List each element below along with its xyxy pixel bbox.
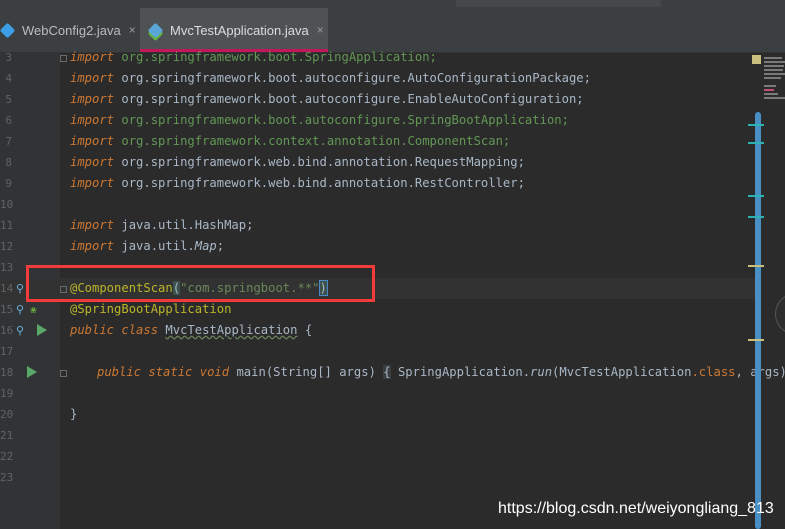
- inspection-status-icon[interactable]: [752, 55, 761, 64]
- line-number: 23: [0, 471, 14, 484]
- minimap: [764, 55, 785, 115]
- vertical-scrollbar[interactable]: [755, 112, 761, 529]
- code-line[interactable]: import java.util.Map;: [70, 236, 224, 257]
- code-line[interactable]: public class MvcTestApplication {: [70, 320, 312, 341]
- code-line[interactable]: import org.springframework.context.annot…: [70, 131, 510, 152]
- line-number: 21: [0, 429, 14, 442]
- code-line[interactable]: import org.springframework.boot.autoconf…: [70, 68, 591, 89]
- code-line[interactable]: @SpringBootApplication: [70, 299, 231, 320]
- code-line[interactable]: import org.springframework.web.bind.anno…: [70, 173, 525, 194]
- code-line[interactable]: }: [70, 404, 77, 425]
- gutter-marker: [748, 265, 764, 267]
- tab-label: WebConfig2.java: [22, 22, 121, 38]
- code-line[interactable]: import org.springframework.web.bind.anno…: [70, 152, 525, 173]
- top-toolbar-ghost: [456, 0, 661, 7]
- code-line[interactable]: import org.springframework.boot.autoconf…: [70, 89, 584, 110]
- code-line[interactable]: import java.util.HashMap;: [70, 215, 253, 236]
- line-number: 13: [0, 261, 14, 274]
- gutter-marker: [748, 339, 764, 341]
- line-number: 22: [0, 450, 14, 463]
- code-line[interactable]: public static void main(String[] args) {…: [97, 362, 785, 383]
- gutter-marker: [748, 124, 764, 126]
- line-number: 17: [0, 345, 14, 358]
- gutter-marker: [748, 142, 764, 144]
- gutter-marker: [748, 195, 764, 197]
- tab-webconfig2[interactable]: WebConfig2.java ×: [0, 8, 142, 52]
- tab-label: MvcTestApplication.java: [170, 22, 309, 38]
- code-line[interactable]: import org.springframework.boot.autoconf…: [70, 110, 569, 131]
- gutter-marker: [748, 216, 764, 218]
- highlight-box: [26, 265, 375, 302]
- line-number: 19: [0, 387, 14, 400]
- tab-mvctestapplication[interactable]: MvcTestApplication.java ×: [140, 8, 328, 52]
- top-toolbar-strip: [0, 0, 785, 8]
- floating-action-button[interactable]: [775, 293, 785, 335]
- close-icon[interactable]: ×: [317, 23, 324, 37]
- java-spring-file-icon: [147, 22, 164, 38]
- java-file-icon: [0, 22, 16, 38]
- code-line[interactable]: import org.springframework.boot.SpringAp…: [70, 47, 437, 68]
- close-icon[interactable]: ×: [129, 23, 136, 37]
- watermark: https://blog.csdn.net/weiyongliang_813: [498, 500, 774, 517]
- line-number: 10: [0, 198, 14, 211]
